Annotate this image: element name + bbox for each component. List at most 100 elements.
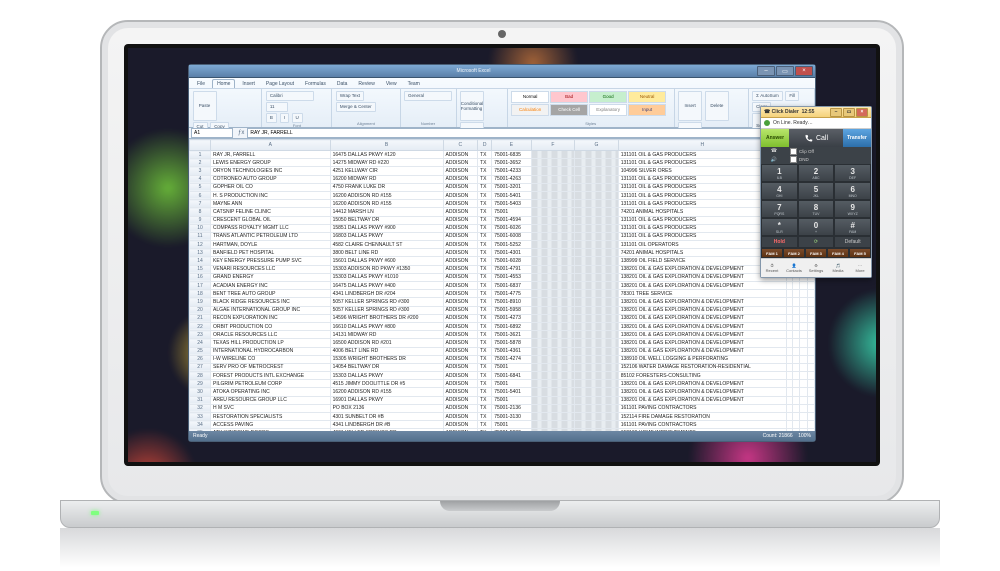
cell[interactable]: 75001-6026	[492, 224, 531, 232]
cell[interactable]: 16200 ADDISON RD #155	[330, 388, 443, 396]
cell-redacted[interactable]: xxxxxxxxxxxx	[531, 331, 575, 339]
cell[interactable]: 75001-6028	[492, 257, 531, 265]
cell[interactable]: ADDISON	[443, 257, 478, 265]
cell[interactable]: 75001-5958	[492, 306, 531, 314]
cell[interactable]: TX	[478, 298, 492, 306]
cell[interactable]: 4582 CLAIRE CHENNAULT ST	[330, 241, 443, 249]
cell[interactable]: 16475 DALLAS PKWY #120	[330, 151, 443, 159]
dnd-checkbox[interactable]: DND	[790, 156, 868, 163]
cell[interactable]: 75001-5403	[492, 200, 531, 208]
style-good[interactable]: Good	[589, 91, 627, 103]
table-row[interactable]: 22ORBIT PRODUCTION CO16610 DALLAS PKWY #…	[190, 322, 815, 330]
italic-button[interactable]: I	[280, 113, 289, 123]
cell[interactable]: ADDISON	[443, 339, 478, 347]
cell[interactable]: 16901 DALLAS PKWY	[330, 396, 443, 404]
cell[interactable]: RESTORATION SPECIALISTS	[211, 413, 331, 421]
autosum-button[interactable]: Σ AutoSum	[752, 91, 783, 101]
cell[interactable]: 75001-5930	[492, 429, 531, 431]
cell[interactable]: ACADIAN ENERGY INC	[211, 282, 331, 290]
row-header[interactable]: 35	[190, 429, 211, 431]
cell-redacted[interactable]: xxxxxxxxxxxx	[575, 331, 619, 339]
cell[interactable]: GRAND ENERGY	[211, 273, 331, 281]
cell[interactable]: 15303 DALLAS PKWY	[330, 372, 443, 380]
delete-cells-button[interactable]: Delete	[705, 91, 729, 121]
cell[interactable]: 75001-4233	[492, 167, 531, 175]
cell[interactable]: 85102 FORESTERS-CONSULTING	[618, 372, 786, 380]
cell[interactable]: 161101 PAVING CONTRACTORS	[618, 421, 786, 429]
cell[interactable]: ADDISON	[443, 232, 478, 240]
cell-redacted[interactable]: xxxxxxxxxxxx	[531, 421, 575, 429]
cell[interactable]: TX	[478, 347, 492, 355]
row-header[interactable]: 13	[190, 249, 211, 257]
cell-redacted[interactable]: xxxxxxxxxxxx	[575, 314, 619, 322]
row-header[interactable]: 26	[190, 355, 211, 363]
dialer-minimize-button[interactable]: –	[830, 108, 842, 117]
table-row[interactable]: 19BLACK RIDGE RESOURCES INC5057 KELLER S…	[190, 298, 815, 306]
click-dialer-window[interactable]: ☎ Click Dialer 12:55 – ▭ × On Line. Read…	[760, 106, 872, 278]
cell[interactable]: 75001-4274	[492, 355, 531, 363]
row-header[interactable]: 1	[190, 151, 211, 159]
cell[interactable]: 75001	[492, 421, 531, 429]
cell-redacted[interactable]: xxxxxxxxxxxx	[575, 167, 619, 175]
cell[interactable]: 152114 FIRE DAMAGE RESTORATION	[618, 413, 786, 421]
dialer-maximize-button[interactable]: ▭	[843, 108, 855, 117]
cell-redacted[interactable]: xxxxxxxxxxxx	[531, 208, 575, 216]
dialer-titlebar[interactable]: ☎ Click Dialer 12:55 – ▭ ×	[761, 107, 871, 118]
cell-redacted[interactable]: xxxxxxxxxxxx	[575, 290, 619, 298]
cell[interactable]: 4006 BELT LINE RD	[330, 347, 443, 355]
cell[interactable]: ADDISON	[443, 249, 478, 257]
cell-redacted[interactable]: xxxxxxxxxxxx	[531, 167, 575, 175]
cell[interactable]: 138201 OIL & GAS EXPLORATION & DEVELOPME…	[618, 331, 786, 339]
cell[interactable]: 75001-4553	[492, 273, 531, 281]
table-row[interactable]: 4COTRONEO AUTO GROUP16200 MIDWAY RDADDIS…	[190, 175, 815, 183]
cell[interactable]: ADDISON	[443, 363, 478, 371]
cell-redacted[interactable]: xxxxxxxxxxxx	[531, 372, 575, 380]
row-header[interactable]: 16	[190, 273, 211, 281]
cell[interactable]: PILGRIM PETROLEUM CORP	[211, 380, 331, 388]
table-row[interactable]: 11TRANS ATLANTIC PETROLEUM LTD16803 DALL…	[190, 232, 815, 240]
cell[interactable]: ADDISON	[443, 429, 478, 431]
cell[interactable]: ADDISON	[443, 216, 478, 224]
cell[interactable]: ADDISON	[443, 355, 478, 363]
cell[interactable]: MAYNE ANN	[211, 200, 331, 208]
key-1[interactable]: 1ILB	[761, 164, 798, 182]
key-7[interactable]: 7PQRS	[761, 200, 798, 218]
cell[interactable]: 138201 OIL & GAS EXPLORATION & DEVELOPME…	[618, 339, 786, 347]
cell[interactable]: TX	[478, 208, 492, 216]
cell[interactable]: TX	[478, 322, 492, 330]
table-row[interactable]: 32H M SVCPO BOX 2136ADDISONTX75001-2136x…	[190, 404, 815, 412]
key-2[interactable]: 2ABC	[798, 164, 835, 182]
cell[interactable]: 75001	[492, 208, 531, 216]
cell[interactable]: TX	[478, 183, 492, 191]
cell[interactable]: 75001-5401	[492, 388, 531, 396]
name-box[interactable]	[191, 128, 233, 138]
table-row[interactable]: 8CATSNIP FELINE CLINIC14412 MARSH LNADDI…	[190, 208, 815, 216]
style-input[interactable]: Input	[628, 104, 666, 116]
cell[interactable]: TX	[478, 339, 492, 347]
default-button[interactable]: Default	[834, 236, 871, 248]
row-header[interactable]: 22	[190, 322, 211, 330]
col-header[interactable]: D	[478, 140, 492, 151]
table-row[interactable]: 15VENARI RESOURCES LLC15303 ADDISON RD P…	[190, 265, 815, 273]
cell-redacted[interactable]: xxxxxxxxxxxx	[531, 347, 575, 355]
cell[interactable]: 75001-3130	[492, 413, 531, 421]
cell[interactable]: 75001-4791	[492, 265, 531, 273]
cell[interactable]: 16200 MIDWAY RD	[330, 175, 443, 183]
cell[interactable]: 15305 WRIGHT BROTHERS DR	[330, 355, 443, 363]
cell[interactable]: INTERNATIONAL HYDROCARBON	[211, 347, 331, 355]
cell[interactable]: 75001-4273	[492, 314, 531, 322]
fx-icon[interactable]: ƒx	[238, 130, 244, 136]
cell-redacted[interactable]: xxxxxxxxxxxx	[531, 257, 575, 265]
cell-redacted[interactable]: xxxxxxxxxxxx	[575, 257, 619, 265]
row-header[interactable]: 30	[190, 388, 211, 396]
cell[interactable]: ADDISON	[443, 200, 478, 208]
cell-redacted[interactable]: xxxxxxxxxxxx	[531, 429, 575, 431]
cell[interactable]: H. S PRODUCTION INC	[211, 191, 331, 199]
cell[interactable]: ATX WINDOWS·DOORS	[211, 429, 331, 431]
cell[interactable]: ATOKA OPERATING INC	[211, 388, 331, 396]
row-header[interactable]: 11	[190, 232, 211, 240]
table-row[interactable]: 7MAYNE ANN16200 ADDISON RD #155ADDISONTX…	[190, 200, 815, 208]
cell[interactable]: TX	[478, 396, 492, 404]
cell[interactable]: TX	[478, 273, 492, 281]
row-header[interactable]: 29	[190, 380, 211, 388]
